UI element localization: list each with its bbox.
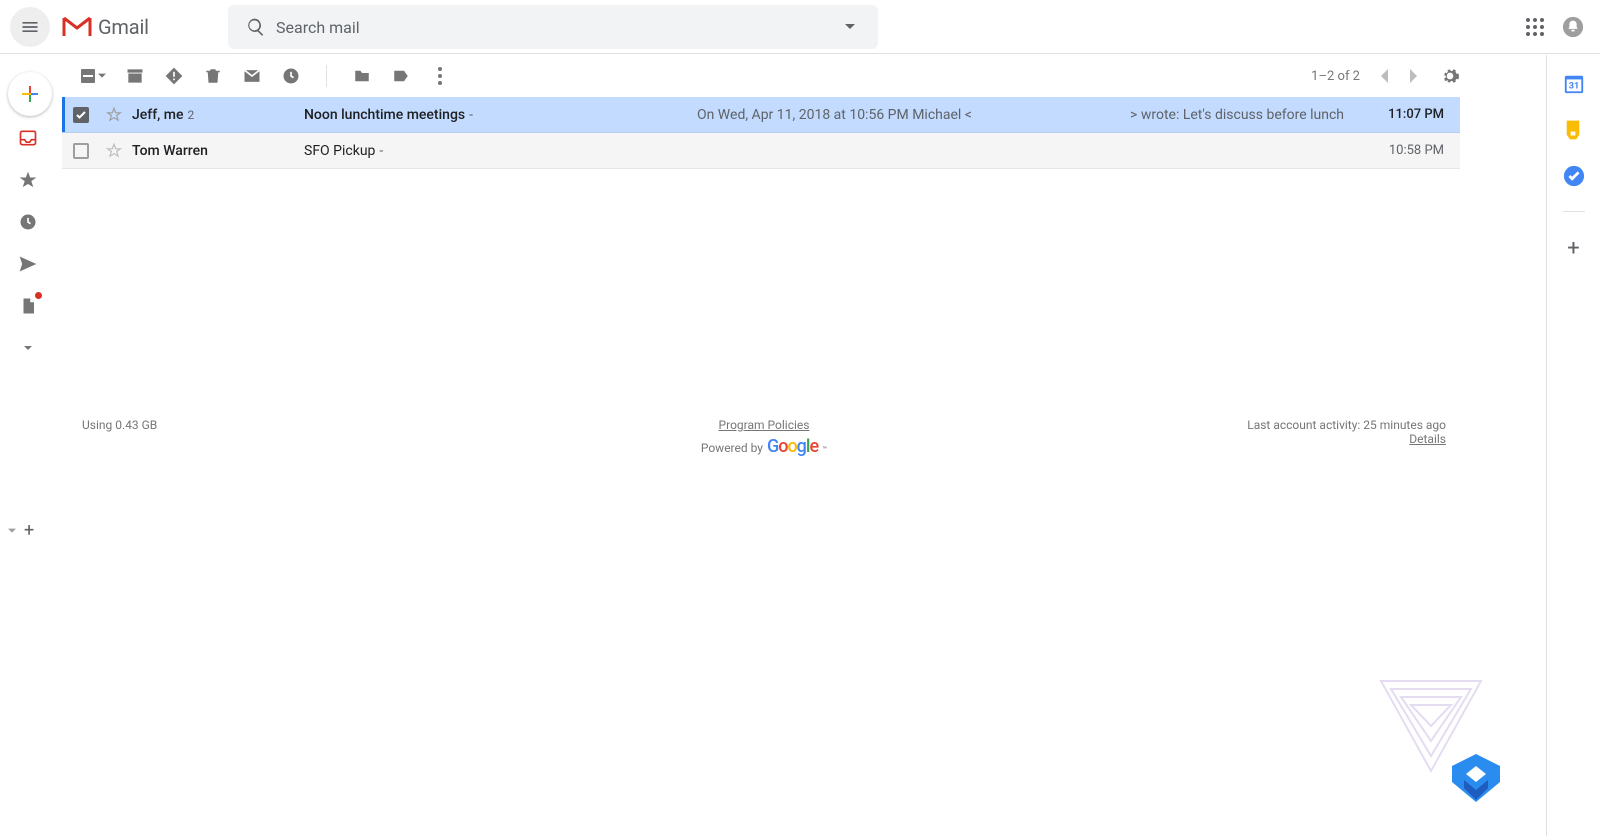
app-name: Gmail bbox=[98, 15, 149, 39]
prev-page-button[interactable] bbox=[1380, 69, 1390, 83]
inbox-icon bbox=[18, 128, 38, 148]
powered-by-label: Powered by bbox=[701, 441, 763, 455]
search-bar[interactable] bbox=[228, 5, 878, 49]
row-checkbox[interactable] bbox=[62, 107, 100, 123]
row-time: 11:07 PM bbox=[1364, 107, 1444, 122]
main-menu-button[interactable] bbox=[10, 7, 50, 47]
gmail-icon bbox=[62, 16, 92, 38]
gmail-logo: Gmail bbox=[62, 15, 149, 39]
chevron-down-icon bbox=[20, 340, 36, 356]
row-content: Noon lunchtime meetings- On Wed, Apr 11,… bbox=[304, 107, 1364, 123]
plus-icon bbox=[18, 82, 42, 106]
star-outline-icon bbox=[105, 142, 123, 160]
delete-button[interactable] bbox=[203, 66, 223, 86]
calendar-icon: 31 bbox=[1563, 73, 1585, 95]
storage-info: Using 0.43 GB bbox=[82, 418, 157, 432]
side-panel: 31 + bbox=[1546, 55, 1600, 836]
keep-icon bbox=[1563, 119, 1583, 141]
tasks-icon bbox=[1563, 165, 1585, 187]
search-input[interactable] bbox=[276, 18, 830, 37]
footer: Using 0.43 GB Program Policies Powered b… bbox=[82, 418, 1446, 446]
nav-drafts[interactable] bbox=[16, 294, 40, 318]
program-policies-link[interactable]: Program Policies bbox=[719, 418, 810, 432]
page-range: 1–2 of 2 bbox=[1311, 69, 1360, 84]
select-box-icon bbox=[80, 68, 96, 84]
bell-icon bbox=[1562, 16, 1584, 38]
watermark-badge-icon bbox=[1448, 750, 1504, 806]
side-calendar[interactable]: 31 bbox=[1563, 73, 1585, 95]
left-nav-rail bbox=[0, 126, 56, 360]
move-to-button[interactable] bbox=[352, 66, 372, 86]
last-activity: Last account activity: 25 minutes ago bbox=[1247, 418, 1446, 432]
file-icon bbox=[19, 296, 37, 316]
send-icon bbox=[18, 254, 38, 274]
caret-down-icon[interactable] bbox=[8, 527, 16, 535]
google-apps-button[interactable] bbox=[1526, 18, 1544, 36]
spam-icon bbox=[164, 66, 184, 86]
row-time: 10:58 PM bbox=[1364, 143, 1444, 158]
notification-dot-icon bbox=[35, 292, 42, 299]
nav-sent[interactable] bbox=[16, 252, 40, 276]
archive-icon bbox=[125, 66, 145, 86]
nav-starred[interactable] bbox=[16, 168, 40, 192]
side-keep[interactable] bbox=[1563, 119, 1585, 141]
action-toolbar: 1–2 of 2 bbox=[62, 55, 1460, 97]
caret-down-icon bbox=[845, 22, 855, 32]
side-tasks[interactable] bbox=[1563, 165, 1585, 187]
star-icon bbox=[18, 170, 38, 190]
hangouts-controls: + bbox=[8, 520, 34, 541]
side-add-button[interactable]: + bbox=[1567, 236, 1579, 261]
snooze-button[interactable] bbox=[281, 66, 301, 86]
settings-button[interactable] bbox=[1440, 66, 1460, 86]
row-star[interactable] bbox=[100, 142, 128, 160]
row-sender: Tom Warren bbox=[128, 143, 304, 159]
compose-button[interactable] bbox=[8, 72, 52, 116]
folder-icon bbox=[352, 67, 372, 85]
new-hangout-button[interactable]: + bbox=[24, 520, 34, 541]
toolbar-separator bbox=[326, 65, 327, 87]
labels-button[interactable] bbox=[391, 66, 411, 86]
email-list: Jeff, me2 Noon lunchtime meetings- On We… bbox=[62, 97, 1460, 169]
details-link[interactable]: Details bbox=[1409, 432, 1446, 446]
next-page-button[interactable] bbox=[1408, 69, 1418, 83]
apps-grid-icon bbox=[1526, 18, 1544, 36]
row-snippet2: > wrote: Let's discuss before lunch bbox=[972, 107, 1364, 123]
mail-icon bbox=[242, 66, 262, 86]
row-subject: Noon lunchtime meetings bbox=[304, 107, 465, 123]
mark-unread-button[interactable] bbox=[242, 66, 262, 86]
report-spam-button[interactable] bbox=[164, 66, 184, 86]
search-options-dropdown[interactable] bbox=[830, 22, 870, 32]
google-logo: Google bbox=[767, 436, 818, 457]
trash-icon bbox=[204, 66, 222, 86]
archive-button[interactable] bbox=[125, 66, 145, 86]
row-checkbox[interactable] bbox=[62, 143, 100, 159]
hamburger-icon bbox=[20, 17, 40, 37]
clock-icon bbox=[18, 212, 38, 232]
row-subject: SFO Pickup bbox=[304, 143, 375, 159]
caret-down-icon bbox=[98, 72, 106, 80]
side-divider bbox=[1563, 211, 1585, 212]
svg-text:31: 31 bbox=[1568, 82, 1579, 92]
label-icon bbox=[391, 67, 411, 85]
email-row[interactable]: Jeff, me2 Noon lunchtime meetings- On We… bbox=[62, 97, 1460, 133]
gear-icon bbox=[1440, 66, 1460, 86]
email-row[interactable]: Tom Warren SFO Pickup- 10:58 PM bbox=[62, 133, 1460, 169]
more-button[interactable] bbox=[430, 66, 450, 86]
select-dropdown[interactable] bbox=[80, 68, 106, 84]
star-outline-icon bbox=[105, 106, 123, 124]
notifications-button[interactable] bbox=[1562, 16, 1584, 38]
nav-more[interactable] bbox=[16, 336, 40, 360]
row-sender: Jeff, me2 bbox=[128, 107, 304, 123]
row-snippet: On Wed, Apr 11, 2018 at 10:56 PM Michael… bbox=[697, 107, 972, 123]
nav-snoozed[interactable] bbox=[16, 210, 40, 234]
search-icon bbox=[236, 17, 276, 37]
clock-icon bbox=[281, 66, 301, 86]
nav-inbox[interactable] bbox=[16, 126, 40, 150]
more-vert-icon bbox=[438, 67, 442, 85]
row-star[interactable] bbox=[100, 106, 128, 124]
row-content: SFO Pickup- bbox=[304, 143, 1364, 159]
